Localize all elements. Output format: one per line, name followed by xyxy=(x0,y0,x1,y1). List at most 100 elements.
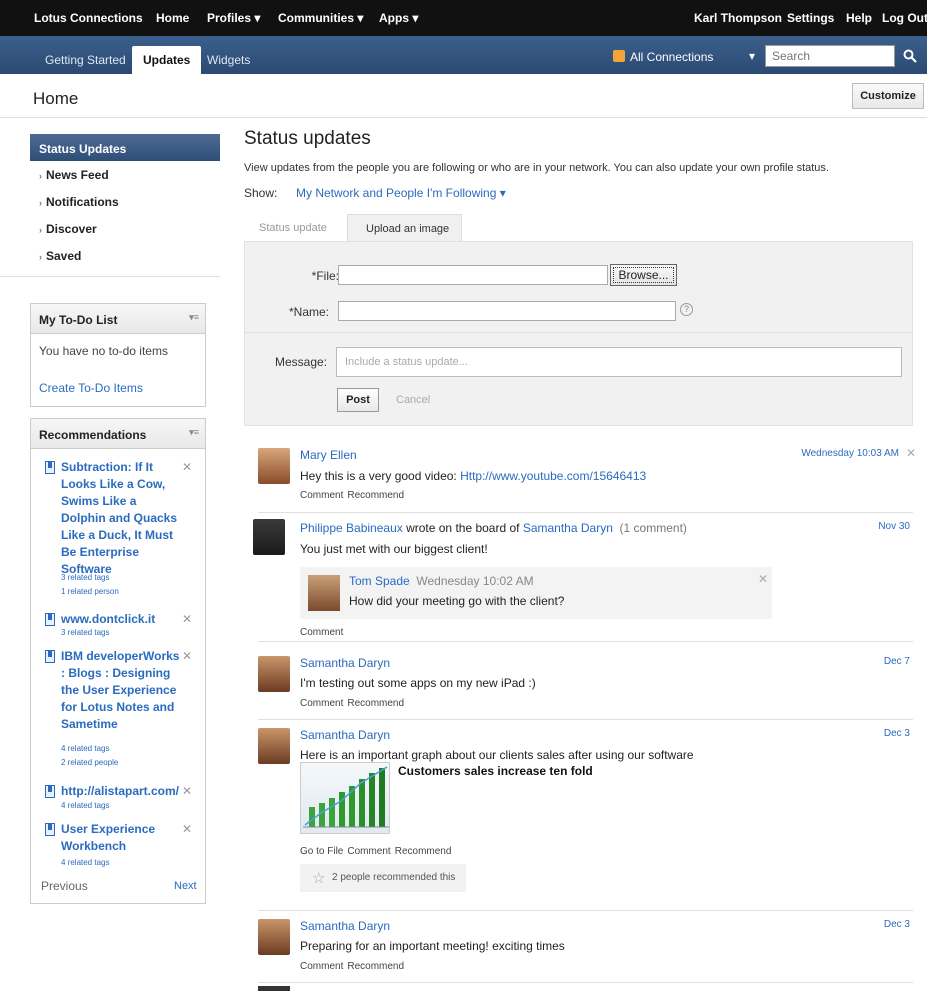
star-icon[interactable]: ☆ xyxy=(312,869,325,887)
todo-empty-text: You have no to-do items xyxy=(39,344,168,358)
close-icon[interactable]: ✕ xyxy=(906,446,916,460)
chevron-down-icon: ▾ xyxy=(749,49,756,63)
show-filter-dropdown[interactable]: My Network and People I'm Following ▾ xyxy=(296,186,506,200)
recommendation-link[interactable]: http://alistapart.com/ xyxy=(61,783,181,800)
post-button[interactable]: Post xyxy=(337,388,379,412)
tab-widgets[interactable]: Widgets xyxy=(196,46,261,74)
avatar[interactable] xyxy=(258,919,290,955)
settings-link[interactable]: Settings xyxy=(787,11,834,25)
browse-button[interactable]: Browse... xyxy=(610,264,677,286)
related-people[interactable]: 2 related people xyxy=(61,758,118,767)
recommend-link[interactable]: Recommend xyxy=(395,846,452,857)
search-button[interactable] xyxy=(895,45,923,67)
entry-date[interactable]: Dec 3 xyxy=(884,728,910,739)
search-icon xyxy=(903,49,917,63)
connections-label: All Connections xyxy=(630,50,714,64)
recommend-count[interactable]: 2 people recommended this xyxy=(332,872,455,883)
entry-date[interactable]: Nov 30 xyxy=(878,521,910,532)
close-icon[interactable]: ✕ xyxy=(758,572,768,586)
cancel-link[interactable]: Cancel xyxy=(396,394,430,406)
related-people[interactable]: 1 related person xyxy=(61,587,119,596)
chart-thumbnail[interactable] xyxy=(300,762,390,834)
comment-link[interactable]: Comment xyxy=(300,627,343,638)
comment-link[interactable]: Comment xyxy=(300,961,343,972)
previous-link[interactable]: Previous xyxy=(41,879,88,893)
close-icon[interactable]: ✕ xyxy=(182,784,192,798)
close-icon[interactable]: ✕ xyxy=(182,822,192,836)
tab-status-update[interactable]: Status update xyxy=(244,214,339,242)
nav-home[interactable]: Home xyxy=(156,11,189,25)
related-tags[interactable]: 4 related tags xyxy=(61,744,109,753)
avatar[interactable] xyxy=(253,519,285,555)
chart-thumbnail-image xyxy=(303,766,389,828)
recommend-link[interactable]: Recommend xyxy=(347,698,404,709)
close-icon[interactable]: ✕ xyxy=(182,649,192,663)
recommendation-link[interactable]: IBM developerWorks : Blogs : Designing t… xyxy=(61,648,181,733)
comment-link[interactable]: Comment xyxy=(347,846,390,857)
related-tags[interactable]: 3 related tags xyxy=(61,573,109,582)
nav-notifications[interactable]: › Notifications xyxy=(30,195,220,217)
recommend-link[interactable]: Recommend xyxy=(347,961,404,972)
avatar[interactable] xyxy=(258,448,290,484)
menu-icon[interactable]: ▾≡ xyxy=(189,312,199,323)
help-icon[interactable]: ? xyxy=(680,303,693,316)
go-to-file-link[interactable]: Go to File xyxy=(300,846,343,857)
nav-profiles[interactable]: Profiles ▾ xyxy=(207,11,260,25)
related-tags[interactable]: 3 related tags xyxy=(61,628,109,637)
nav-apps[interactable]: Apps ▾ xyxy=(379,11,418,25)
entry-header: Philippe Babineaux wrote on the board of… xyxy=(300,521,687,535)
widget-header: Recommendations ▾≡ xyxy=(31,419,205,449)
nav-saved[interactable]: › Saved xyxy=(30,249,220,271)
recommendation-link[interactable]: User Experience Workbench xyxy=(61,821,161,855)
feed-entry: Mary Ellen Wednesday 10:03 AM ✕ Hey this… xyxy=(258,446,916,513)
author-name[interactable]: Samantha Daryn xyxy=(300,656,390,670)
customize-button[interactable]: Customize xyxy=(852,83,924,109)
user-name[interactable]: Karl Thompson xyxy=(694,11,782,25)
message-input[interactable]: Include a status update... xyxy=(336,347,902,377)
recommendation-link[interactable]: Subtraction: If It Looks Like a Cow, Swi… xyxy=(61,459,181,578)
entry-date[interactable]: Wednesday 10:03 AM xyxy=(801,448,899,459)
entry-actions: Comment Recommend xyxy=(300,490,408,501)
recommendation-link[interactable]: www.dontclick.it xyxy=(61,611,181,628)
brand-logo[interactable]: Lotus Connections xyxy=(34,11,143,25)
recommend-summary: ☆ 2 people recommended this xyxy=(300,864,466,892)
create-todo-link[interactable]: Create To-Do Items xyxy=(39,381,143,395)
avatar[interactable] xyxy=(258,728,290,764)
related-tags[interactable]: 4 related tags xyxy=(61,801,109,810)
close-icon[interactable]: ✕ xyxy=(182,460,192,474)
author-name[interactable]: Samantha Daryn xyxy=(300,919,390,933)
tab-upload-image[interactable]: Upload an image xyxy=(347,214,462,242)
tab-updates[interactable]: Updates xyxy=(132,46,202,74)
comment-link[interactable]: Comment xyxy=(300,698,343,709)
nav-news-feed[interactable]: › News Feed xyxy=(30,168,220,190)
entry-link[interactable]: Http://www.youtube.com/15646413 xyxy=(460,469,646,483)
author-name[interactable]: Philippe Babineaux xyxy=(300,521,403,535)
target-name[interactable]: Samantha Daryn xyxy=(523,521,613,535)
entry-date[interactable]: Dec 3 xyxy=(884,919,910,930)
logout-link[interactable]: Log Out xyxy=(882,11,927,25)
file-input[interactable] xyxy=(338,265,608,285)
next-link[interactable]: Next xyxy=(174,880,197,892)
connections-select[interactable]: All Connections ▾ xyxy=(611,47,761,67)
author-name[interactable]: Mary Ellen xyxy=(300,448,357,462)
menu-icon[interactable]: ▾≡ xyxy=(189,427,199,438)
tab-getting-started[interactable]: Getting Started xyxy=(34,46,137,74)
help-link[interactable]: Help xyxy=(846,11,872,25)
related-tags[interactable]: 4 related tags xyxy=(61,858,109,867)
nav-status-updates[interactable]: Status Updates xyxy=(30,134,220,161)
entry-text-body: Hey this is a very good video: xyxy=(300,469,461,483)
avatar[interactable] xyxy=(258,656,290,692)
entry-date[interactable]: Dec 7 xyxy=(884,656,910,667)
nav-communities[interactable]: Communities ▾ xyxy=(278,11,363,25)
avatar[interactable] xyxy=(308,575,340,611)
comment-author[interactable]: Tom Spade xyxy=(349,574,410,588)
recommend-link[interactable]: Recommend xyxy=(347,490,404,501)
bookmark-icon xyxy=(45,461,55,474)
nav-discover[interactable]: › Discover xyxy=(30,222,220,244)
name-input[interactable] xyxy=(338,301,676,321)
close-icon[interactable]: ✕ xyxy=(182,612,192,626)
author-name[interactable]: Samantha Daryn xyxy=(300,728,390,742)
comment-count[interactable]: (1 comment) xyxy=(620,521,687,535)
comment-link[interactable]: Comment xyxy=(300,490,343,501)
search-input[interactable] xyxy=(765,45,895,67)
